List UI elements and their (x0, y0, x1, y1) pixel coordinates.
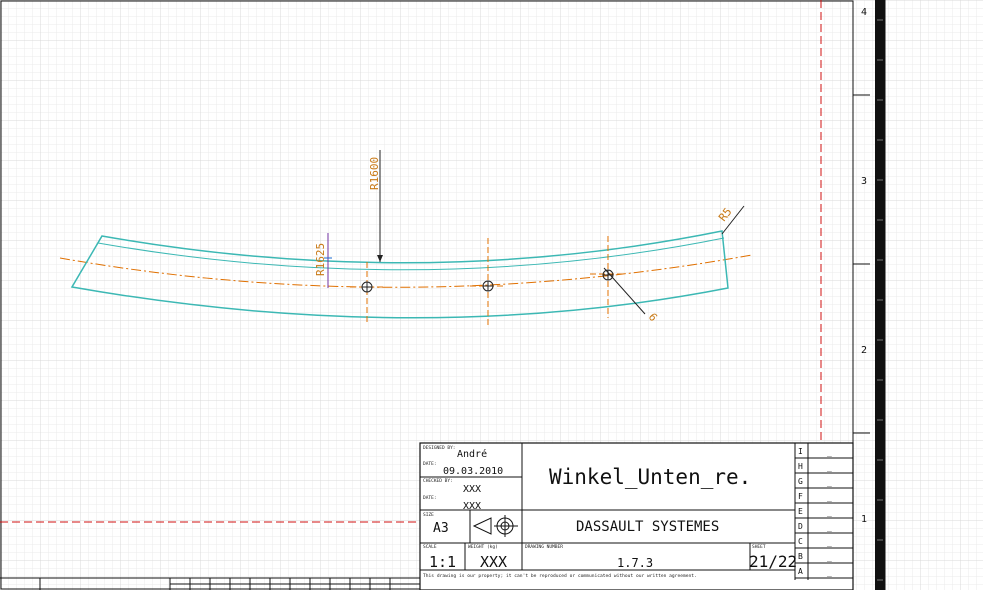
zone-number-3: 3 (861, 176, 867, 187)
dimension-r1625-text: R1625 (314, 243, 327, 276)
date-label-2: DATE: (423, 495, 437, 501)
sheet-value: 21/22 (749, 552, 797, 571)
rev-letter-h: H (798, 462, 803, 471)
drawing-number-value: 1.7.3 (617, 556, 653, 570)
date-value-1: 09.03.2010 (443, 466, 503, 477)
ruler-strip (875, 0, 885, 590)
weight-value: XXX (480, 553, 507, 571)
rev-letter-i: I (798, 447, 803, 456)
scale-label: SCALE (423, 544, 437, 550)
rev-mark-c: _ (827, 538, 832, 547)
outside-grid (885, 0, 983, 590)
checked-by-value: XXX (463, 484, 481, 495)
size-value: A3 (433, 521, 449, 536)
drawing-sheet[interactable]: 4 3 2 1 R1600 R1625 R5 6 DESIGNED BY: An… (0, 0, 983, 590)
rev-mark-b: _ (827, 553, 832, 562)
date-value-2: XXX (463, 501, 481, 512)
rev-letter-c: C (798, 537, 803, 546)
zone-number-2: 2 (861, 345, 867, 356)
sheet-label: SHEET (752, 544, 766, 550)
company-name: DASSAULT SYSTEMES (576, 519, 719, 535)
rev-mark-i: _ (827, 448, 832, 457)
rev-mark-g: _ (827, 478, 832, 487)
rev-letter-e: E (798, 507, 803, 516)
checked-by-label: CHECKED BY: (423, 478, 453, 484)
rev-mark-h: _ (827, 463, 832, 472)
title-block[interactable]: DESIGNED BY: André DATE: 09.03.2010 CHEC… (419, 442, 854, 590)
dimension-r1600-text: R1600 (368, 157, 381, 190)
drawing-number-label: DRAWING NUMBER (525, 544, 563, 550)
rev-letter-d: D (798, 522, 803, 531)
rev-mark-a: _ (827, 568, 832, 577)
zone-number-4: 4 (861, 7, 867, 18)
zone-number-1: 1 (861, 514, 867, 525)
size-label: SIZE (423, 512, 434, 518)
rev-mark-d: _ (827, 523, 832, 532)
rev-letter-f: F (798, 492, 803, 501)
rev-mark-f: _ (827, 493, 832, 502)
rev-letter-g: G (798, 477, 803, 486)
date-label-1: DATE: (423, 461, 437, 467)
rev-letter-b: B (798, 552, 803, 561)
rev-letter-a: A (798, 567, 803, 576)
drawing-canvas[interactable]: 4 3 2 1 R1600 R1625 R5 6 DESIGNED BY: An… (0, 0, 983, 590)
rev-mark-e: _ (827, 508, 832, 517)
designed-by-label: DESIGNED BY: (423, 445, 456, 451)
scale-value: 1:1 (429, 553, 456, 571)
copyright-notice: This drawing is our property; it can't b… (423, 573, 697, 579)
drawing-title: Winkel_Unten_re. (549, 465, 751, 489)
designed-by-value: André (457, 448, 487, 460)
weight-label: WEIGHT (kg) (468, 544, 498, 550)
